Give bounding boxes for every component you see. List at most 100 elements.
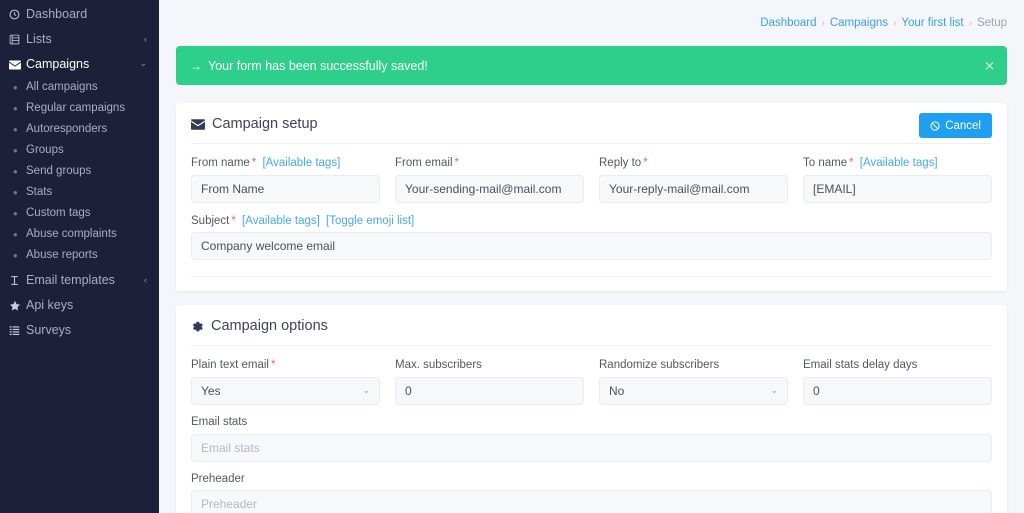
campaign-setup-title: Campaign setup	[212, 116, 318, 132]
divider	[191, 276, 992, 278]
max-subscribers-label: Max. subscribers	[395, 359, 482, 372]
sidebar: Dashboard Lists ‹ Campaigns ⌄ • All camp…	[0, 0, 159, 513]
breadcrumb-item-campaigns[interactable]: Campaigns	[830, 17, 888, 29]
available-tags-link[interactable]: [Available tags]	[242, 215, 320, 227]
sidebar-subitem-label: Stats	[26, 185, 53, 198]
toggle-emoji-list-link[interactable]: [Toggle emoji list]	[326, 215, 414, 227]
from-email-input[interactable]	[395, 174, 584, 203]
text-icon	[9, 275, 26, 286]
field-plain-text-email: Plain text email* ⌄	[191, 359, 380, 405]
gear-icon	[191, 320, 204, 333]
sidebar-item-abuse-reports[interactable]: • Abuse reports	[0, 245, 159, 266]
success-alert-message: Your form has been successfully saved!	[208, 58, 428, 73]
chevron-left-icon: ‹	[144, 33, 147, 44]
field-randomize-subscribers: Randomize subscribers ⌄	[599, 359, 788, 405]
available-tags-link[interactable]: [Available tags]	[860, 157, 938, 169]
email-stats-input[interactable]	[191, 433, 992, 462]
sidebar-item-groups[interactable]: • Groups	[0, 140, 159, 161]
field-to-name: To name * [Available tags]	[803, 157, 992, 203]
sidebar-item-stats[interactable]: • Stats	[0, 182, 159, 203]
randomize-subscribers-label: Randomize subscribers	[599, 359, 720, 372]
survey-list-icon	[9, 325, 26, 336]
sidebar-item-custom-tags[interactable]: • Custom tags	[0, 203, 159, 224]
field-preheader: Preheader	[191, 473, 992, 513]
reply-to-input[interactable]	[599, 174, 788, 203]
star-icon	[9, 300, 26, 312]
success-alert: → Your form has been successfully saved!…	[176, 46, 1007, 85]
subject-label: Subject * [Available tags] [Toggle emoji …	[191, 214, 415, 227]
email-stats-label: Email stats	[191, 415, 248, 428]
sidebar-item-all-campaigns[interactable]: • All campaigns	[0, 77, 159, 98]
plain-text-email-select[interactable]	[191, 376, 380, 405]
sidebar-subitem-label: Abuse complaints	[26, 227, 117, 240]
sidebar-item-send-groups[interactable]: • Send groups	[0, 161, 159, 182]
breadcrumb-item-your-first-list[interactable]: Your first list	[901, 17, 963, 29]
close-icon[interactable]: ✕	[984, 59, 995, 72]
sidebar-item-campaigns[interactable]: Campaigns ⌄	[0, 52, 159, 77]
field-max-subscribers: Max. subscribers	[395, 359, 584, 405]
breadcrumb-current-setup: Setup	[976, 17, 1007, 29]
to-name-input[interactable]	[803, 174, 992, 203]
sidebar-item-api-keys[interactable]: Api keys	[0, 293, 159, 318]
required-marker: *	[270, 359, 276, 372]
campaign-setup-header: Campaign setup Cancel	[191, 113, 992, 144]
required-marker: *	[454, 157, 459, 169]
sidebar-subitem-label: All campaigns	[26, 80, 98, 93]
required-marker: *	[849, 157, 854, 169]
sidebar-subitem-label: Send groups	[26, 164, 92, 177]
sidebar-item-abuse-complaints[interactable]: • Abuse complaints	[0, 224, 159, 245]
sidebar-subitem-label: Regular campaigns	[26, 101, 126, 114]
breadcrumb-separator-icon: ›	[968, 17, 972, 29]
chevron-left-icon: ‹	[144, 274, 147, 285]
ban-icon	[930, 120, 940, 131]
randomize-subscribers-select[interactable]	[599, 376, 788, 405]
preheader-label: Preheader	[191, 472, 245, 485]
campaign-options-card: Campaign options Plain text email* ⌄ Max…	[176, 305, 1007, 513]
subject-input[interactable]	[191, 232, 992, 261]
sidebar-subitem-label: Custom tags	[26, 206, 91, 219]
sidebar-item-surveys[interactable]: Surveys	[0, 318, 159, 343]
breadcrumb-item-dashboard[interactable]: Dashboard	[760, 17, 816, 29]
available-tags-link[interactable]: [Available tags]	[262, 157, 340, 169]
sidebar-item-lists[interactable]: Lists ‹	[0, 27, 159, 52]
cancel-button[interactable]: Cancel	[919, 113, 992, 138]
options-fields-row: Plain text email* ⌄ Max. subscribers Ran…	[191, 359, 992, 405]
email-stats-delay-days-input[interactable]	[803, 376, 992, 405]
reply-to-label: Reply to *	[599, 157, 648, 169]
sidebar-item-label: Email templates	[26, 273, 115, 288]
from-email-label: From email *	[395, 157, 459, 169]
field-from-name: From name * [Available tags]	[191, 157, 380, 203]
sidebar-item-label: Campaigns	[26, 57, 90, 72]
breadcrumb-separator-icon: ›	[893, 17, 897, 29]
sidebar-subitem-label: Autoresponders	[26, 122, 108, 135]
sidebar-item-autoresponders[interactable]: • Autoresponders	[0, 119, 159, 140]
cancel-button-label: Cancel	[945, 119, 981, 132]
sidebar-subitem-label: Abuse reports	[26, 248, 98, 261]
sidebar-item-label: Api keys	[26, 298, 74, 313]
to-name-label: To name * [Available tags]	[803, 157, 938, 169]
field-subject: Subject * [Available tags] [Toggle emoji …	[191, 215, 992, 261]
required-marker: *	[231, 214, 236, 227]
main-content: Dashboard › Campaigns › Your first list …	[159, 0, 1024, 513]
dashboard-clock-icon	[9, 9, 26, 20]
campaign-setup-card: Campaign setup Cancel From name * [Availa…	[176, 103, 1007, 292]
sidebar-item-email-templates[interactable]: Email templates ‹	[0, 268, 159, 293]
sidebar-item-regular-campaigns[interactable]: • Regular campaigns	[0, 98, 159, 119]
campaign-options-header: Campaign options	[191, 318, 992, 347]
required-marker: *	[643, 157, 648, 169]
sidebar-item-dashboard[interactable]: Dashboard	[0, 2, 159, 27]
list-icon	[9, 34, 26, 45]
campaign-options-title: Campaign options	[211, 318, 328, 335]
sidebar-item-label: Lists	[26, 32, 52, 47]
from-name-label: From name * [Available tags]	[191, 157, 341, 169]
envelope-icon	[191, 118, 205, 130]
field-email-stats: Email stats	[191, 416, 992, 462]
preheader-input[interactable]	[191, 490, 992, 513]
email-stats-delay-days-label: Email stats delay days	[803, 359, 918, 372]
chevron-down-icon: ⌄	[139, 58, 147, 68]
sidebar-item-label: Dashboard	[26, 7, 88, 22]
max-subscribers-input[interactable]	[395, 376, 584, 405]
field-email-stats-delay-days: Email stats delay days	[803, 359, 992, 405]
envelope-icon	[9, 59, 26, 71]
from-name-input[interactable]	[191, 174, 380, 203]
